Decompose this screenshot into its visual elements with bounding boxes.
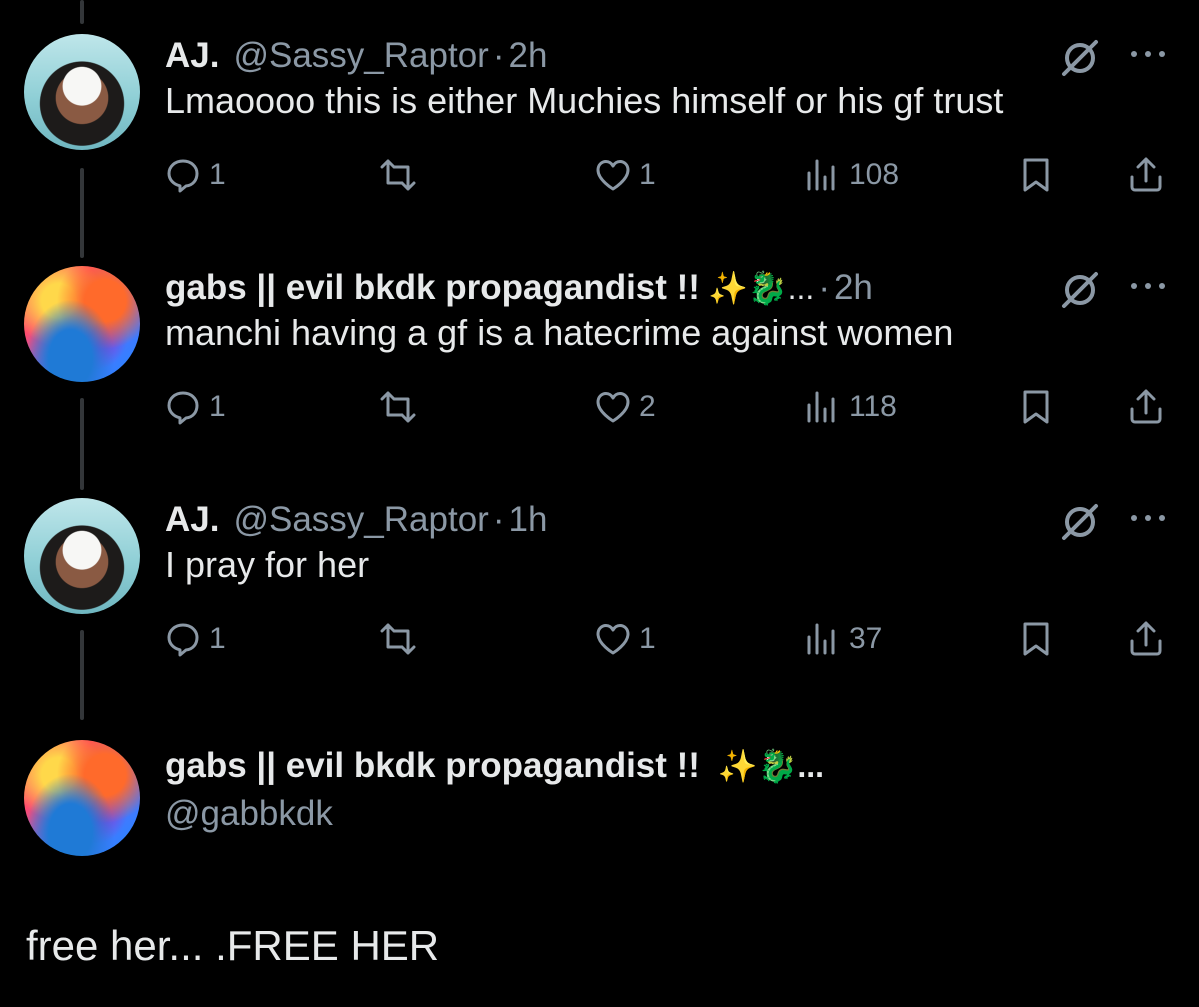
share-icon bbox=[1130, 621, 1162, 656]
repost-button[interactable] bbox=[378, 614, 424, 664]
share-button[interactable] bbox=[1126, 150, 1166, 200]
views-button[interactable]: 37 bbox=[803, 614, 882, 664]
tweet-header: gabs || evil bkdk propagandist !! ✨🐉... … bbox=[165, 268, 873, 308]
tweet-text: I pray for her bbox=[165, 544, 370, 585]
view-count: 118 bbox=[849, 390, 897, 423]
thread-line bbox=[80, 0, 84, 24]
like-count: 1 bbox=[639, 622, 656, 655]
more-icon[interactable] bbox=[1128, 44, 1168, 64]
bookmark-button[interactable] bbox=[1016, 150, 1056, 200]
name-emoji: ✨🐉... bbox=[707, 270, 815, 306]
bookmark-button[interactable] bbox=[1016, 382, 1056, 432]
avatar[interactable] bbox=[24, 498, 140, 614]
view-count: 108 bbox=[849, 158, 900, 191]
reply-icon bbox=[167, 391, 199, 425]
grok-icon[interactable] bbox=[1058, 268, 1102, 312]
reply-count: 1 bbox=[209, 390, 226, 423]
reply-button[interactable]: 1 bbox=[163, 614, 226, 664]
grok-icon[interactable] bbox=[1058, 36, 1102, 80]
more-icon[interactable] bbox=[1128, 276, 1168, 296]
views-button[interactable]: 108 bbox=[803, 150, 899, 200]
separator-dot: · bbox=[492, 500, 505, 539]
view-count: 37 bbox=[849, 622, 883, 655]
user-handle[interactable]: @gabbkdk bbox=[165, 794, 333, 834]
display-name[interactable]: gabs || evil bkdk propagandist !! bbox=[165, 268, 700, 308]
reply-icon bbox=[167, 159, 199, 193]
reply-icon bbox=[167, 623, 199, 657]
views-button[interactable]: 118 bbox=[803, 382, 897, 432]
tweet-text: manchi having a gf is a hatecrime agains… bbox=[165, 312, 954, 353]
avatar[interactable] bbox=[24, 740, 140, 856]
bookmark-icon bbox=[1023, 622, 1049, 656]
display-name-row[interactable]: gabs || evil bkdk propagandist !! ✨🐉... bbox=[165, 746, 824, 786]
tweet-header: AJ. @Sassy_Raptor · 1h bbox=[165, 500, 547, 540]
share-button[interactable] bbox=[1126, 614, 1166, 664]
views-icon bbox=[807, 623, 835, 655]
tweet-actions: 1 1 108 bbox=[0, 150, 1199, 200]
share-button[interactable] bbox=[1126, 382, 1166, 432]
like-button[interactable]: 2 bbox=[593, 382, 656, 432]
bookmark-icon bbox=[1023, 158, 1049, 192]
tweet-header: AJ. @Sassy_Raptor · 2h bbox=[165, 36, 547, 76]
like-icon bbox=[596, 160, 630, 191]
timestamp[interactable]: 2h bbox=[508, 36, 547, 76]
display-name[interactable]: AJ. bbox=[165, 36, 219, 76]
display-name[interactable]: AJ. bbox=[165, 500, 219, 540]
tweet-actions: 1 2 118 bbox=[0, 382, 1199, 432]
share-icon bbox=[1130, 157, 1162, 192]
user-handle[interactable]: @Sassy_Raptor bbox=[233, 500, 488, 540]
main-tweet-text: free her... .FREE HER bbox=[26, 922, 440, 969]
like-count: 2 bbox=[639, 390, 656, 423]
views-icon bbox=[807, 391, 835, 423]
display-name[interactable]: gabs || evil bkdk propagandist !! bbox=[165, 746, 700, 785]
separator-dot: · bbox=[492, 36, 505, 75]
like-count: 1 bbox=[639, 158, 656, 191]
timestamp[interactable]: 1h bbox=[508, 500, 547, 540]
views-icon bbox=[807, 159, 835, 191]
reply-button[interactable]: 1 bbox=[163, 382, 226, 432]
user-handle[interactable]: @Sassy_Raptor bbox=[233, 36, 488, 76]
bookmark-button[interactable] bbox=[1016, 614, 1056, 664]
name-emoji: ✨🐉... bbox=[717, 748, 825, 784]
tweet-actions: 1 1 37 bbox=[0, 614, 1199, 664]
repost-icon bbox=[380, 391, 416, 423]
repost-icon bbox=[380, 159, 416, 191]
avatar[interactable] bbox=[24, 266, 140, 382]
reply-button[interactable]: 1 bbox=[163, 150, 226, 200]
like-icon bbox=[596, 392, 630, 423]
grok-icon[interactable] bbox=[1058, 500, 1102, 544]
repost-button[interactable] bbox=[378, 382, 424, 432]
like-button[interactable]: 1 bbox=[593, 150, 656, 200]
like-button[interactable]: 1 bbox=[593, 614, 656, 664]
reply-count: 1 bbox=[209, 622, 226, 655]
tweet-text: Lmaoooo this is either Muchies himself o… bbox=[165, 80, 1004, 121]
avatar[interactable] bbox=[24, 34, 140, 150]
bookmark-icon bbox=[1023, 390, 1049, 424]
repost-button[interactable] bbox=[378, 150, 424, 200]
repost-icon bbox=[380, 623, 416, 655]
reply-count: 1 bbox=[209, 158, 226, 191]
like-icon bbox=[596, 624, 630, 655]
more-icon[interactable] bbox=[1128, 508, 1168, 528]
separator-dot: · bbox=[818, 268, 830, 307]
share-icon bbox=[1130, 389, 1162, 424]
timestamp[interactable]: 2h bbox=[834, 268, 873, 308]
